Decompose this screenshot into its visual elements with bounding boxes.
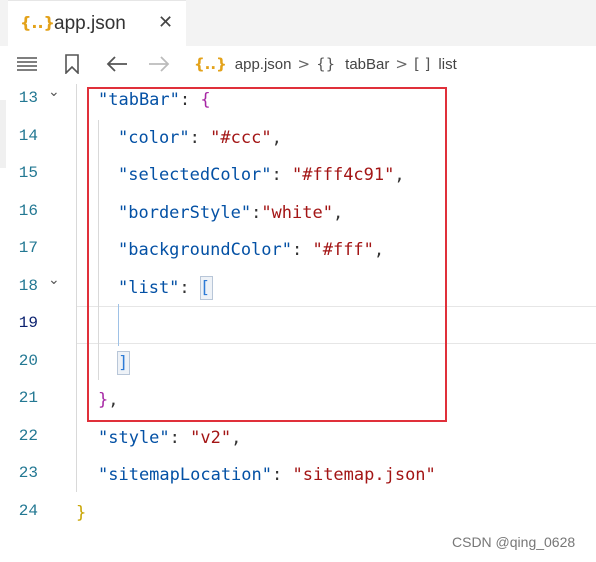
line-number: 16 (18, 202, 38, 220)
tab-app-json[interactable]: {..} app.json ✕ (8, 0, 186, 47)
code-line-24[interactable]: } (76, 502, 86, 524)
arrow-right-icon[interactable] (148, 46, 170, 82)
breadcrumb-file[interactable]: app.json (235, 56, 292, 73)
json-string: "v2" (190, 428, 232, 448)
breadcrumb-tabbar[interactable]: tabBar (345, 56, 389, 73)
json-key: "sitemapLocation" (98, 465, 272, 485)
line-number: 24 (18, 502, 38, 520)
highlight-annotation-box (87, 87, 447, 422)
line-number: 15 (18, 164, 38, 182)
close-icon[interactable]: ✕ (158, 12, 173, 33)
colon: : (169, 428, 191, 448)
tab-strip: {..} app.json ✕ (0, 0, 596, 47)
colon: : (272, 465, 293, 485)
list-icon[interactable] (16, 46, 38, 82)
chevron-right-icon: > (297, 55, 311, 73)
object-icon: {} (316, 55, 336, 73)
line-number: 22 (18, 427, 38, 445)
breadcrumb: {..} app.json > {} tabBar > [ ] list (194, 46, 457, 82)
comma: , (231, 428, 242, 448)
arrow-left-icon[interactable] (106, 46, 128, 82)
fold-chevron-icon[interactable]: ⌄ (48, 272, 60, 288)
line-number: 21 (18, 389, 38, 407)
json-string: "sitemap.json" (292, 465, 436, 485)
breadcrumb-list[interactable]: list (438, 56, 456, 73)
array-icon: [ ] (413, 55, 431, 73)
line-number: 23 (18, 464, 38, 482)
line-number-current: 19 (18, 314, 38, 332)
line-number: 14 (18, 127, 38, 145)
indent-guide (76, 84, 77, 492)
tab-label: app.json (54, 13, 126, 34)
chevron-right-icon: > (395, 55, 408, 73)
watermark: CSDN @qing_0628 (452, 534, 576, 550)
code-line-22[interactable]: "style": "v2", (98, 427, 241, 449)
close-brace: } (76, 503, 87, 523)
fold-chevron-icon[interactable]: ⌄ (48, 84, 60, 100)
json-file-icon: {..} (194, 55, 227, 73)
line-number: 18 (18, 277, 38, 295)
line-number: 13 (18, 89, 38, 107)
bookmark-icon[interactable] (64, 46, 80, 82)
code-line-23[interactable]: "sitemapLocation": "sitemap.json" (98, 464, 436, 486)
line-number: 17 (18, 239, 38, 257)
line-number: 20 (18, 352, 38, 370)
editor-toolbar: {..} app.json > {} tabBar > [ ] list (0, 46, 596, 84)
json-file-icon: {..} (20, 13, 55, 32)
json-key: "style" (98, 428, 170, 448)
